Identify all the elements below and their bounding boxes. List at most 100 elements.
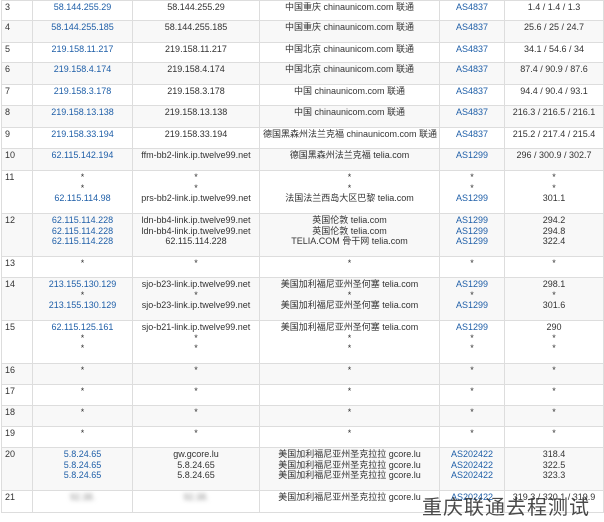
asn-cell: AS1299 * AS1299 [439,277,505,321]
rtt-cell: * [504,384,604,406]
hop-number: 6 [1,62,33,85]
location-cell-line: 美国加利福尼亚州圣克拉拉 gcore.lu [278,449,421,459]
hostname-cell: ldn-bb4-link.ip.twelve99.net ldn-bb4-link… [132,213,260,257]
ip-link-cell-line[interactable]: 5.8.24.65 [36,470,129,481]
ip-link-cell-line[interactable]: 219.158.4.174 [36,64,129,75]
ip-link-cell-line[interactable]: 213.155.130.129 [36,300,129,311]
rtt-cell-line: * [552,332,556,343]
hostname-cell: ffm-bb2-link.ip.twelve99.net [132,148,260,171]
hostname-cell: * * prs-bb2-link.ip.twelve99.net [132,170,260,214]
asn-cell-line: * [470,428,474,438]
asn-cell-line[interactable]: AS202422 [443,470,501,481]
ip-link-cell-line[interactable]: 62.115.142.194 [36,150,129,161]
location-cell-line: * [347,182,352,193]
asn-cell-line: * [470,407,474,417]
ip-link-cell: 58.144.255.185 [32,20,133,43]
rtt-cell-line: * [552,289,556,300]
ip-link-cell-line: * [80,332,85,343]
asn-cell-line[interactable]: AS4837 [443,129,501,140]
hostname-cell-line: * [194,332,198,343]
asn-cell-line[interactable]: AS202422 [443,449,501,460]
ip-link-cell-line[interactable]: 92.38. [36,492,129,503]
asn-cell-line[interactable]: AS1299 [443,226,501,237]
hostname-cell: sjo-b23-link.ip.twelve99.net * sjo-b23-lin… [132,277,260,321]
ip-link-cell-line[interactable]: 62.115.114.228 [36,226,129,237]
asn-cell-line[interactable]: AS4837 [443,44,501,55]
rtt-cell-line: 290 [546,322,562,332]
asn-cell-line[interactable]: AS4837 [443,107,501,118]
location-cell-line: * [347,428,352,438]
rtt-cell: 298.1 * 301.6 [504,277,604,321]
ip-link-cell-line[interactable]: 219.158.3.178 [36,86,129,97]
asn-cell-line[interactable]: AS1299 [443,300,501,311]
hostname-cell: 219.158.33.194 [132,127,260,149]
ip-link-cell-line[interactable]: 219.158.33.194 [36,129,129,140]
location-cell-line: 美国加利福尼亚州圣何塞 telia.com [280,279,419,289]
location-cell-line: * [347,365,352,375]
asn-cell-line[interactable]: AS4837 [443,64,501,75]
ip-link-cell: * [32,256,133,278]
hop-number: 8 [1,105,33,128]
hop-number: 10 [1,148,33,171]
rtt-cell-line: * [552,407,556,417]
asn-cell-line: * [470,343,474,354]
hop-number: 21 [1,490,33,513]
hostname-cell-line: ldn-bb4-link.ip.twelve99.net [141,215,251,225]
hop-number: 14 [1,277,33,321]
location-cell-line: 法国法兰西岛大区巴黎 telia.com [285,193,414,204]
asn-cell-line[interactable]: AS1299 [443,150,501,161]
table-row: 18 * * * * * [1,405,604,427]
asn-cell-line[interactable]: AS4837 [443,22,501,33]
hop-number: 7 [1,84,33,106]
ip-link-cell-line[interactable]: 213.155.130.129 [36,279,129,290]
asn-cell-line[interactable]: AS1299 [443,236,501,247]
hostname-cell-line: * [194,407,198,417]
location-cell: 中国 chinaunicom.com 联通 [259,84,440,106]
location-cell-line: 中国重庆 chinaunicom.com 联通 [284,2,415,12]
asn-cell: AS4837 [439,62,505,85]
location-cell: 中国重庆 chinaunicom.com 联通 [259,0,440,21]
hostname-cell-line: sjo-b23-link.ip.twelve99.net [141,279,251,289]
location-cell-line: 美国加利福尼亚州圣何塞 telia.com [280,322,419,332]
location-cell-line: 英国伦敦 telia.com [312,215,387,225]
asn-cell-line[interactable]: AS1299 [443,215,501,226]
table-row: 5 219.158.11.217 219.158.11.217 中国北京 chinau… [1,42,604,63]
table-row: 9 219.158.33.194 219.158.33.194 德国黑森州法兰克福 c… [1,127,604,149]
location-cell-line: 美国加利福尼亚州圣克拉拉 gcore.lu [278,459,421,470]
hop-number: 13 [1,256,33,278]
location-cell-line: * [347,407,352,417]
location-cell: 美国加利福尼亚州圣何塞 telia.com * * [259,320,440,364]
watermark-text: 重庆联通去程测试 [422,495,590,519]
ip-link-cell-line[interactable]: 5.8.24.65 [36,460,129,471]
rtt-cell-line: 94.4 / 90.4 / 93.1 [520,86,588,96]
ip-link-cell-line[interactable]: 219.158.11.217 [36,44,129,55]
hostname-cell: 219.158.13.138 [132,105,260,128]
ip-link-cell-line: * [80,365,85,375]
ip-link-cell-line[interactable]: 58.144.255.29 [36,2,129,13]
asn-cell-line[interactable]: AS202422 [443,460,501,471]
ip-link-cell: 213.155.130.129 * 213.155.130.129 [32,277,133,321]
ip-link-cell-line[interactable]: 58.144.255.185 [36,22,129,33]
asn-cell-line: * [470,172,474,182]
ip-link-cell-line[interactable]: 5.8.24.65 [36,449,129,460]
hostname-cell-line: * [194,172,198,182]
hop-number: 15 [1,320,33,364]
hostname-cell-line: * [194,182,198,193]
asn-cell-line[interactable]: AS4837 [443,86,501,97]
asn-cell-line[interactable]: AS1299 [443,193,501,204]
ip-link-cell-line[interactable]: 62.115.125.161 [36,322,129,333]
ip-link-cell: * * 62.115.114.98 [32,170,133,214]
location-cell-line: 中国 chinaunicom.com 联通 [293,107,406,117]
ip-link-cell-line[interactable]: 62.115.114.228 [36,215,129,226]
ip-link-cell-line[interactable]: 219.158.13.138 [36,107,129,118]
hop-number: 17 [1,384,33,406]
ip-link-cell-line[interactable]: 62.115.114.98 [36,193,129,204]
asn-cell-line[interactable]: AS1299 [443,279,501,290]
asn-cell-line[interactable]: AS4837 [443,2,501,13]
ip-link-cell-line[interactable]: 62.115.114.228 [36,236,129,247]
table-row: 10 62.115.142.194 ffm-bb2-link.ip.twelve99… [1,148,604,171]
asn-cell-line[interactable]: AS1299 [443,322,501,333]
location-cell: 德国黑森州法兰克福 telia.com [259,148,440,171]
ip-link-cell-line: * [80,182,85,193]
hop-number: 16 [1,363,33,385]
